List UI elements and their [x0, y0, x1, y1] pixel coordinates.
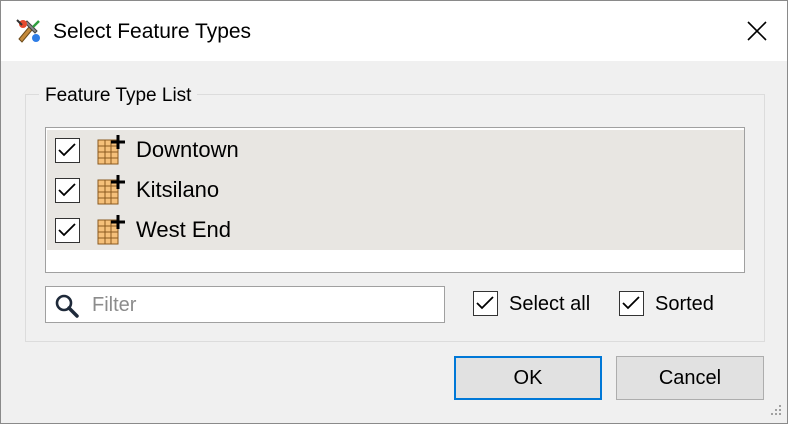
close-button[interactable] [727, 1, 787, 61]
cancel-button[interactable]: Cancel [616, 356, 764, 400]
downtown-checkbox[interactable] [55, 138, 80, 163]
fme-workbench-icon [15, 17, 43, 45]
list-item-kitsilano[interactable]: Kitsilano [47, 170, 744, 210]
kitsilano-checkbox[interactable] [55, 178, 80, 203]
select-all-label[interactable]: Select all [509, 291, 590, 317]
group-label: Feature Type List [39, 83, 198, 109]
list-item-downtown[interactable]: Downtown [47, 130, 744, 170]
window-title: Select Feature Types [53, 20, 252, 43]
west-end-checkbox[interactable] [55, 218, 80, 243]
feature-layer-add-icon [96, 214, 128, 246]
list-item-label: West End [136, 217, 231, 242]
list-item-west-end[interactable]: West End [47, 210, 744, 250]
feature-type-list[interactable]: Downtown Kitsilano West End [45, 127, 745, 273]
sorted-checkbox[interactable] [619, 291, 644, 316]
close-icon [747, 21, 767, 41]
ok-button[interactable]: OK [454, 356, 602, 400]
title-bar[interactable]: Select Feature Types [1, 1, 787, 61]
dialog-window: Select Feature Types Feature Type List D… [0, 0, 788, 424]
feature-layer-add-icon [96, 134, 128, 166]
resize-grip-icon[interactable] [767, 403, 783, 419]
search-icon [54, 293, 80, 319]
feature-layer-add-icon [96, 174, 128, 206]
filter-input[interactable] [92, 291, 437, 319]
list-item-label: Downtown [136, 137, 239, 162]
list-item-label: Kitsilano [136, 177, 220, 202]
sorted-label[interactable]: Sorted [655, 291, 714, 317]
filter-field[interactable] [45, 286, 445, 323]
select-all-checkbox[interactable] [473, 291, 498, 316]
